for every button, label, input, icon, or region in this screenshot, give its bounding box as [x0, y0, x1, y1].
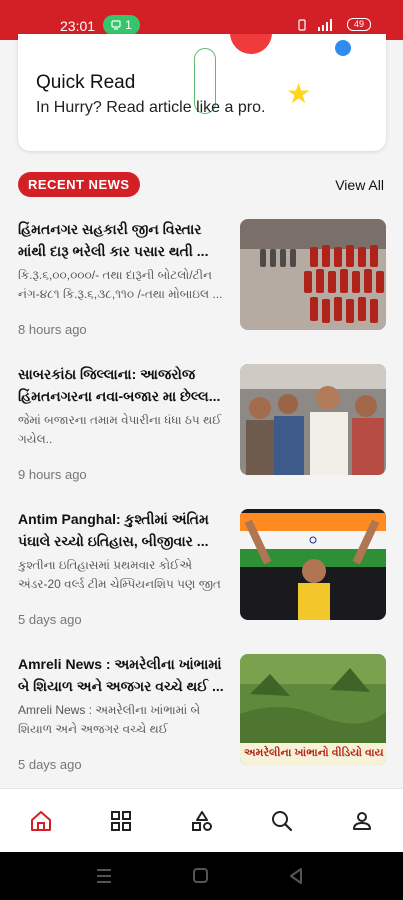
news-thumbnail-wrestler[interactable] — [240, 509, 386, 620]
news-title: સાબરકાંઠા જિલ્લાના: આજરોજ હિંમતનગરના નવા… — [18, 366, 221, 404]
quick-read-subtitle: In Hurry? Read article like a pro. — [36, 99, 266, 116]
news-item[interactable]: સાબરકાંઠા જિલ્લાના: આજરોજ હિંમતનગરના નવા… — [18, 363, 386, 482]
nav-search[interactable] — [268, 807, 296, 835]
system-nav-bar — [0, 852, 403, 900]
thumbnail-caption: અમરેલીના ખાંભાનો વીડિયો વાય — [244, 747, 384, 759]
news-time: 9 hours ago — [18, 467, 87, 482]
status-time: 23:01 — [60, 18, 96, 34]
news-title: Amreli News : અમરેલીના ખાંભામાં બે શિયાળ… — [18, 656, 224, 694]
nav-home[interactable] — [27, 807, 55, 835]
news-thumbnail-bottles[interactable] — [240, 219, 386, 330]
news-time: 5 days ago — [18, 757, 82, 772]
news-title: હિંમતનગર સહકારી જીન વિસ્તાર માંથી દારૂ ભ… — [18, 221, 209, 259]
status-pill: 1 — [103, 15, 140, 35]
quick-read-card[interactable]: ★ Quick Read In Hurry? Read article like… — [18, 34, 386, 151]
profile-icon — [353, 812, 371, 830]
nav-profile[interactable] — [348, 807, 376, 835]
news-thumbnail-crowd[interactable] — [240, 364, 386, 475]
star-icon: ★ — [286, 78, 312, 109]
battery-indicator: 49 — [346, 18, 371, 31]
status-right: 49 — [297, 18, 371, 31]
news-description: જેમાં બજારના તમામ વેપારીના ધંધા ઠપ થઈ ગય… — [18, 413, 222, 446]
status-pill-count: 1 — [125, 18, 132, 32]
hotspot-icon — [111, 20, 121, 30]
recent-news-badge: RECENT NEWS — [18, 172, 140, 197]
recent-news-header: RECENT NEWS View All — [18, 172, 386, 198]
decor-red-circle — [230, 34, 272, 54]
news-title: Antim Panghal: કુશ્તીમાં અંતિમ પંઘાલે રચ… — [18, 511, 209, 549]
signal-icon — [317, 18, 332, 31]
home-icon — [31, 811, 51, 831]
news-thumbnail-field[interactable]: અમરેલીના ખાંભાનો વીડિયો વાય — [240, 654, 386, 765]
back-icon[interactable] — [290, 868, 302, 884]
decor-blue-dot — [335, 40, 351, 56]
categories-icon — [192, 811, 212, 831]
news-item[interactable]: Antim Panghal: કુશ્તીમાં અંતિમ પંઘાલે રચ… — [18, 508, 386, 627]
news-description: Amreli News : અમરેલીના ખાંભામાં બે શિયાળ… — [18, 703, 201, 736]
news-description: કિ.રૂ.૬,૦૦,૦૦૦/- તથા દારૂની બોટલો/ટીન નં… — [18, 268, 223, 301]
bottom-nav — [0, 788, 403, 852]
search-icon — [272, 811, 293, 832]
news-time: 8 hours ago — [18, 322, 87, 337]
grid-icon — [111, 811, 131, 831]
news-item[interactable]: હિંમતનગર સહકારી જીન વિસ્તાર માંથી દારૂ ભ… — [18, 218, 386, 337]
nav-grid[interactable] — [107, 807, 135, 835]
recents-icon[interactable] — [97, 869, 111, 883]
vibrate-icon — [298, 18, 306, 31]
news-time: 5 days ago — [18, 612, 82, 627]
quick-read-title: Quick Read — [36, 72, 136, 93]
home-button-icon[interactable] — [193, 868, 208, 883]
news-item[interactable]: Amreli News : અમરેલીના ખાંભામાં બે શિયાળ… — [18, 653, 386, 772]
news-description: કુશ્તીના ઇતિહાસમાં પ્રથમવાર કોઈએ અંડર-20… — [18, 558, 221, 591]
view-all-link[interactable]: View All — [335, 177, 384, 193]
nav-categories[interactable] — [188, 807, 216, 835]
